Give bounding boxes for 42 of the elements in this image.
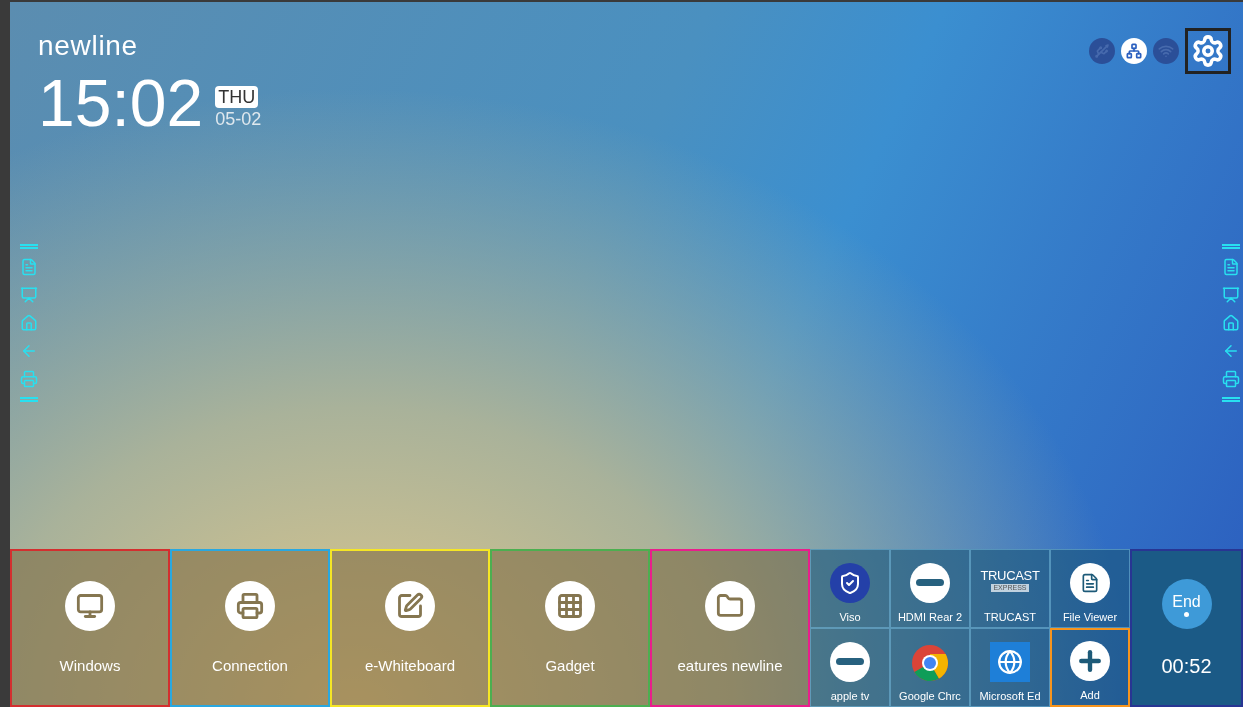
hdmi-icon xyxy=(830,641,870,682)
wifi-icon[interactable] xyxy=(1153,38,1179,64)
bar-handle-icon[interactable] xyxy=(20,243,38,249)
home-icon[interactable] xyxy=(19,312,39,333)
clock-time: 15:02 xyxy=(38,70,204,136)
bar-handle-icon[interactable] xyxy=(1222,396,1240,402)
launcher-tile[interactable]: Gadget xyxy=(490,549,650,707)
launcher-tile[interactable]: e-Whiteboard xyxy=(330,549,490,707)
globe-icon xyxy=(990,641,1030,682)
file-icon xyxy=(1070,562,1110,603)
launcher-tile[interactable]: Windows xyxy=(10,549,170,707)
date-text: 05-02 xyxy=(215,107,262,130)
grid-icon xyxy=(545,581,595,631)
app-shortcut[interactable]: File Viewer xyxy=(1050,549,1130,628)
whiteboard-icon xyxy=(385,581,435,631)
logo-text: TRUCAST xyxy=(980,568,1040,582)
app-shortcut[interactable]: apple tv xyxy=(810,628,890,707)
home-icon[interactable] xyxy=(1221,312,1241,333)
chrome-logo-icon xyxy=(911,643,949,682)
timer-text: 00:52 xyxy=(1161,654,1212,679)
usb-icon[interactable] xyxy=(1089,38,1115,64)
plus-icon xyxy=(1070,640,1110,681)
end-button[interactable]: End xyxy=(1161,579,1212,629)
app-shortcut[interactable]: HDMI Rear 2 xyxy=(890,549,970,628)
weekday-badge: THU xyxy=(215,85,259,108)
settings-button[interactable] xyxy=(1185,28,1231,74)
brand-logo: newline xyxy=(38,32,139,60)
bar-handle-icon[interactable] xyxy=(20,396,38,402)
app-shortcut[interactable]: Add xyxy=(1050,628,1130,707)
launcher-tile[interactable]: Connection xyxy=(170,549,330,707)
bar-handle-icon[interactable] xyxy=(1222,243,1240,249)
note-icon[interactable] xyxy=(1221,256,1241,277)
folder-icon xyxy=(705,581,755,631)
app-shortcut[interactable]: Microsoft Ed xyxy=(970,628,1050,707)
app-shortcut[interactable]: Viso xyxy=(810,549,890,628)
network-icon[interactable] xyxy=(1121,38,1147,64)
shield-check-icon xyxy=(830,562,870,603)
launcher-tile[interactable]: eatures newline xyxy=(650,549,810,707)
note-icon[interactable] xyxy=(19,256,39,277)
monitor-icon xyxy=(65,581,115,631)
hdmi-icon xyxy=(910,562,950,603)
app-shortcut[interactable]: Google Chrc xyxy=(890,628,970,707)
